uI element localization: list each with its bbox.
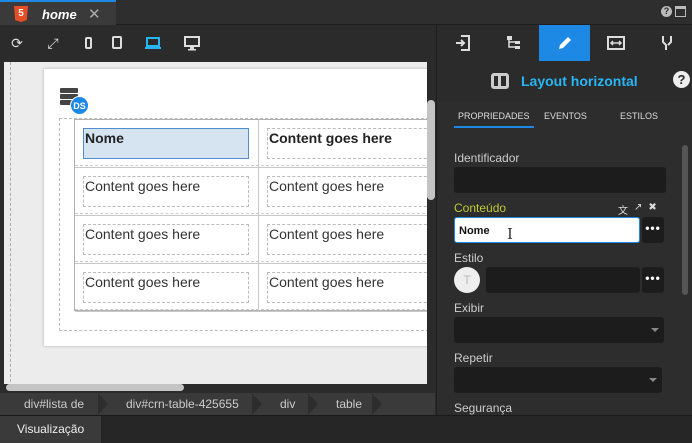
cell-content[interactable]: Content goes here xyxy=(267,224,427,255)
identificador-label: Identificador xyxy=(454,151,520,165)
device-toolbar: ⟳ ⤢ xyxy=(0,25,435,60)
repetir-select[interactable] xyxy=(454,367,662,393)
tab-styles[interactable]: ESTILOS xyxy=(620,111,658,121)
table-cell[interactable]: Nome xyxy=(75,120,259,167)
phone-portrait-icon[interactable] xyxy=(79,34,97,52)
table-cell[interactable]: Content goes here xyxy=(259,168,427,215)
breadcrumb-item[interactable]: div#crn-table-425655 xyxy=(126,397,239,411)
external-link-icon[interactable]: ↗ xyxy=(634,202,642,217)
exibir-select[interactable] xyxy=(454,317,664,343)
table-row[interactable]: Content goes here Content goes here xyxy=(75,216,427,264)
conteudo-actions: 文 ↗ ✖ xyxy=(618,202,657,217)
help-icon[interactable]: ? xyxy=(673,71,690,88)
breadcrumb-item[interactable]: table xyxy=(336,397,362,411)
tab-properties[interactable]: PROPRIEDADES xyxy=(454,111,534,128)
estilo-label: Estilo xyxy=(454,251,484,265)
table-cell[interactable]: Content goes here xyxy=(75,216,259,263)
design-canvas[interactable]: DS Nome Content goes here Content goes h… xyxy=(0,60,435,392)
cell-content[interactable]: Nome xyxy=(83,128,249,159)
repetir-label: Repetir xyxy=(454,351,493,365)
table-cell[interactable]: Content goes here xyxy=(75,168,259,215)
table-cell[interactable]: Content goes here xyxy=(259,120,427,167)
translate-icon[interactable]: 文 xyxy=(618,202,628,217)
help-icon[interactable]: ? xyxy=(661,6,672,17)
datasource-icon[interactable]: DS xyxy=(60,88,90,116)
expand-icon[interactable]: ⤢ xyxy=(44,34,62,52)
insert-icon[interactable] xyxy=(437,25,488,61)
resize-icon[interactable] xyxy=(590,25,641,61)
conteudo-input[interactable]: Nome xyxy=(454,217,640,243)
panel-subtabs: PROPRIEDADES EVENTOS ESTILOS xyxy=(437,101,692,131)
cell-content[interactable]: Content goes here xyxy=(267,128,427,159)
tab-close-icon[interactable]: ✕ xyxy=(88,5,101,23)
laptop-icon[interactable] xyxy=(144,34,162,52)
data-table[interactable]: Nome Content goes here Content goes here… xyxy=(74,119,427,312)
estilo-more-button[interactable]: ••• xyxy=(642,267,664,293)
cell-content[interactable]: Content goes here xyxy=(83,176,249,207)
ds-badge: DS xyxy=(70,96,89,115)
status-bar: Visualização xyxy=(0,415,692,443)
panel-title: Layout horizontal xyxy=(521,73,638,89)
table-row[interactable]: Nome Content goes here xyxy=(75,120,427,168)
table-cell[interactable]: Content goes here xyxy=(75,264,259,311)
breadcrumb-item[interactable]: div#lista de xyxy=(24,397,84,411)
tree-icon[interactable] xyxy=(488,25,539,61)
conteudo-more-button[interactable]: ••• xyxy=(642,217,664,243)
page-container[interactable]: DS Nome Content goes here Content goes h… xyxy=(44,69,427,346)
html5-icon: 5 xyxy=(14,6,28,22)
app-root: 5 home ✕ ? ⟳ ⤢ DS Nome Content goes here… xyxy=(0,0,692,443)
wand-icon[interactable] xyxy=(641,25,692,61)
panel-scrollbar[interactable] xyxy=(682,145,688,295)
tab-events[interactable]: EVENTOS xyxy=(544,111,587,121)
cell-content[interactable]: Content goes here xyxy=(267,272,427,303)
breadcrumb-item[interactable]: div xyxy=(280,397,295,411)
table-row[interactable]: Content goes here Content goes here xyxy=(75,168,427,216)
breadcrumb-separator xyxy=(372,393,384,415)
text-cursor-icon: I xyxy=(507,225,513,243)
breadcrumb-separator xyxy=(308,393,320,415)
tab-bar: 5 home ✕ ? xyxy=(0,0,692,25)
pencil-icon[interactable] xyxy=(539,25,590,61)
maximize-icon[interactable] xyxy=(675,6,686,17)
cell-content[interactable]: Content goes here xyxy=(83,272,249,303)
cell-content[interactable]: Content goes here xyxy=(267,176,427,207)
style-avatar[interactable]: T xyxy=(454,267,480,293)
preview-tab[interactable]: Visualização xyxy=(0,416,101,443)
panel-header: Layout horizontal ? xyxy=(437,61,692,101)
breadcrumb: div#lista de div#crn-table-425655 div ta… xyxy=(0,393,435,415)
canvas-viewport: DS Nome Content goes here Content goes h… xyxy=(4,62,427,384)
table-cell[interactable]: Content goes here xyxy=(259,216,427,263)
panel-tabs xyxy=(437,25,692,61)
tab-home[interactable]: 5 home ✕ xyxy=(0,0,116,25)
tab-title: home xyxy=(42,7,77,22)
refresh-icon[interactable]: ⟳ xyxy=(8,34,26,52)
clear-icon[interactable]: ✖ xyxy=(648,202,656,217)
table-row[interactable]: Content goes here Content goes here xyxy=(75,264,427,312)
canvas-horizontal-scrollbar[interactable] xyxy=(6,384,184,391)
cell-content[interactable]: Content goes here xyxy=(83,224,249,255)
desktop-icon[interactable] xyxy=(183,34,201,52)
conteudo-label: Conteúdo xyxy=(454,201,507,215)
estilo-input[interactable] xyxy=(486,267,640,293)
layout-horizontal-icon xyxy=(491,73,509,89)
exibir-label: Exibir xyxy=(454,301,485,315)
identificador-input[interactable] xyxy=(454,167,666,193)
breadcrumb-separator xyxy=(252,393,264,415)
seguranca-label: Segurança xyxy=(454,401,513,415)
breadcrumb-separator xyxy=(98,393,110,415)
properties-panel: Layout horizontal ? PROPRIEDADES EVENTOS… xyxy=(436,25,692,415)
chevron-down-icon xyxy=(651,328,659,332)
canvas-vertical-scrollbar[interactable] xyxy=(427,100,435,200)
tablet-portrait-icon[interactable] xyxy=(108,34,126,52)
window-controls: ? xyxy=(661,6,686,17)
chevron-down-icon xyxy=(649,378,657,382)
table-cell[interactable]: Content goes here xyxy=(259,264,427,311)
